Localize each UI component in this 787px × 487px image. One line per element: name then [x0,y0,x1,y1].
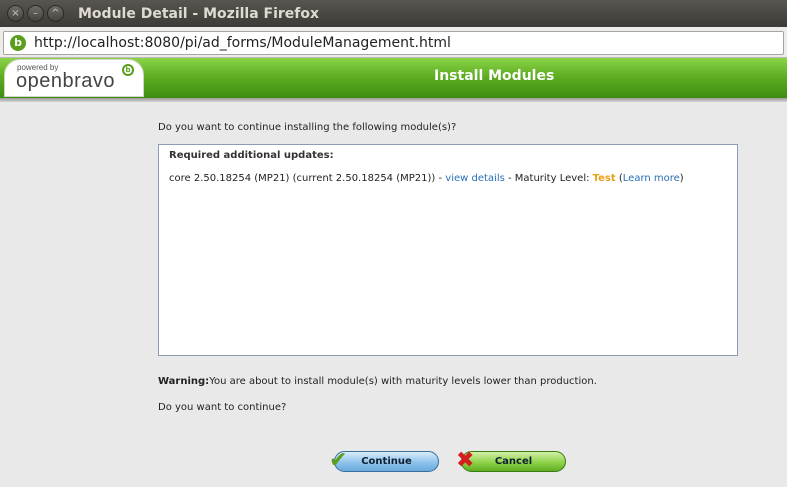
warning-text: You are about to install module(s) with … [209,376,597,387]
cancel-button-label: Cancel [494,456,533,467]
url-text[interactable]: http://localhost:8080/pi/ad_forms/Module… [34,35,451,51]
app-header: powered by openbravo b Install Modules [0,58,787,98]
cancel-button[interactable]: ✖ Cancel [456,448,566,473]
window-controls: × – ^ [7,5,64,22]
header-divider [0,98,787,102]
logo-wordmark: openbravo [16,70,116,92]
module-description: core 2.50.18254 (MP21) (current 2.50.182… [169,173,446,184]
window-titlebar: × – ^ Module Detail - Mozilla Firefox [0,0,787,27]
window-title: Module Detail - Mozilla Firefox [78,5,320,22]
maturity-label: - Maturity Level: [504,173,593,184]
warning-label: Warning: [158,376,210,387]
learn-more-close-paren: ) [679,173,684,184]
required-updates-title: Required additional updates: [169,150,334,161]
module-row: core 2.50.18254 (MP21) (current 2.50.182… [169,173,684,184]
maximize-window-icon[interactable]: ^ [47,5,64,22]
maturity-level-value: Test [592,173,616,184]
warning-message: Warning:You are about to install module(… [158,376,597,387]
close-window-icon[interactable]: × [7,5,24,22]
openbravo-logo: powered by openbravo b [4,59,144,97]
logo-badge-icon: b [122,64,134,76]
continue-button[interactable]: ✔ Continue [329,448,439,473]
page-title: Install Modules [434,68,555,84]
learn-more-open-paren: ( [615,173,623,184]
url-bar: b http://localhost:8080/pi/ad_forms/Modu… [0,27,787,58]
install-question: Do you want to continue installing the f… [158,122,457,133]
learn-more-link[interactable]: Learn more [623,173,680,184]
view-details-link[interactable]: view details [445,173,505,184]
url-field[interactable]: b http://localhost:8080/pi/ad_forms/Modu… [3,31,784,55]
site-identity-icon[interactable]: b [10,35,26,51]
modules-list-box: Required additional updates: core 2.50.1… [158,144,738,356]
minimize-window-icon[interactable]: – [27,5,44,22]
confirm-question: Do you want to continue? [158,402,287,413]
continue-button-label: Continue [361,456,412,467]
